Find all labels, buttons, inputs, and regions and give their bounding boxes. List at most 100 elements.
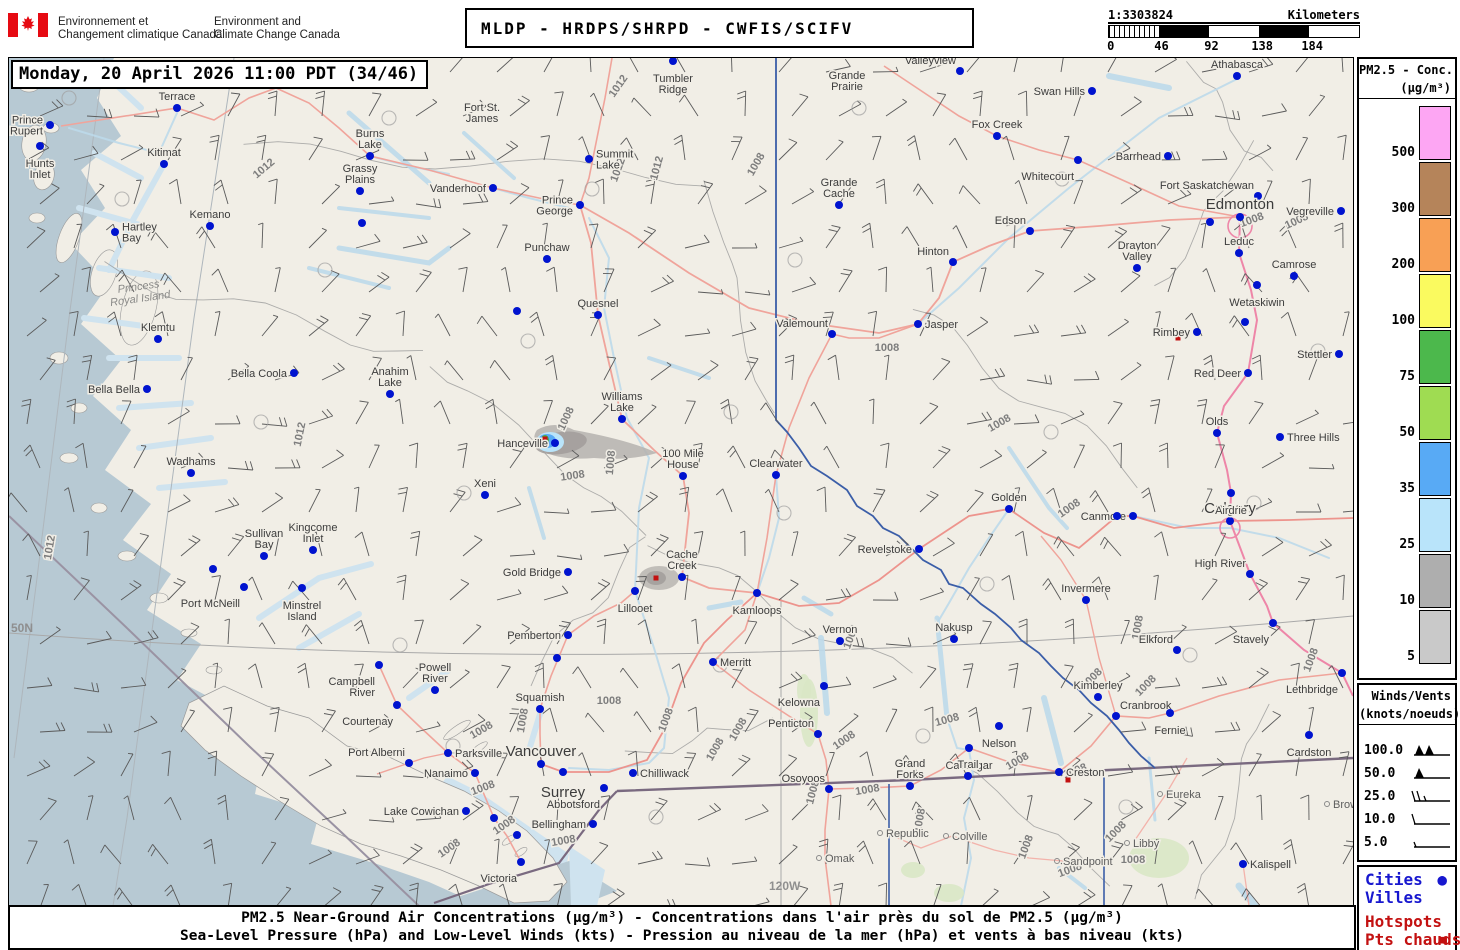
town-label: Colville — [952, 831, 987, 843]
city-label: Terrace — [159, 91, 196, 103]
city-marker — [366, 152, 374, 160]
hotspots-label-en: Hotspots — [1365, 912, 1443, 931]
city-label: Invermere — [1061, 583, 1111, 595]
header: Environnement et Changement climatique C… — [0, 0, 1460, 56]
city-marker — [46, 121, 54, 129]
city-marker — [995, 722, 1003, 730]
city-marker — [513, 831, 521, 839]
model-title-box: MLDP - HRDPS/SHRPD - CWFIS/SCIFV — [465, 8, 974, 48]
city-label: Bella Bella — [88, 384, 141, 396]
agency-name-fr: Environnement et Changement climatique C… — [58, 16, 223, 41]
pm25-threshold-label: 50 — [1399, 425, 1415, 440]
city-label: Gold Bridge — [503, 567, 561, 579]
city-marker — [1244, 369, 1252, 377]
city-label: Wetaskiwin — [1229, 297, 1284, 309]
city-marker — [543, 255, 551, 263]
city-marker — [1133, 264, 1141, 272]
city-marker — [564, 568, 572, 576]
city-marker — [1164, 152, 1172, 160]
city-label: Golden — [991, 492, 1026, 504]
city-label: Chilliwack — [640, 768, 689, 780]
city-label: Grassy Plains — [343, 163, 378, 186]
caption-line1: PM2.5 Near-Ground Air Concentrations (µg… — [241, 910, 1123, 926]
city-label: Prince Rupert — [10, 115, 43, 138]
city-marker — [481, 491, 489, 499]
city-marker — [154, 335, 162, 343]
city-marker — [956, 67, 964, 75]
city-label: Punchaw — [524, 242, 569, 254]
city-marker — [1276, 433, 1284, 441]
city-marker — [462, 807, 470, 815]
wind-barb-icon — [1414, 767, 1450, 779]
pm25-swatch — [1419, 162, 1451, 216]
scale-tick: 184 — [1301, 39, 1324, 53]
town-label: Sandpoint — [1063, 856, 1113, 868]
city-marker — [513, 307, 521, 315]
city-label: Rimbey — [1153, 327, 1191, 339]
city-label: Squamish — [516, 692, 565, 704]
city-marker — [111, 228, 119, 236]
city-marker — [1241, 318, 1249, 326]
city-marker — [709, 658, 717, 666]
city-label: Bella Coola — [231, 368, 288, 380]
city-marker — [553, 654, 561, 662]
city-marker — [1088, 87, 1096, 95]
city-marker — [537, 760, 545, 768]
town-label: Omak — [825, 853, 855, 865]
city-label: Cranbrook — [1120, 700, 1172, 712]
city-label: Parksville — [455, 748, 502, 760]
city-marker — [536, 705, 544, 713]
scale-tick: 138 — [1251, 39, 1274, 53]
city-label: Valemount — [776, 318, 828, 330]
city-marker — [1074, 156, 1082, 164]
city-marker — [814, 730, 822, 738]
city-label: Leduc — [1224, 236, 1254, 248]
city-marker — [964, 772, 972, 780]
city-label: Nakusp — [935, 622, 972, 634]
pm25-swatch — [1419, 330, 1451, 384]
city-marker — [160, 160, 168, 168]
city-label: Kamloops — [733, 605, 782, 617]
pm25-threshold-label: 200 — [1391, 257, 1415, 272]
city-marker — [1227, 489, 1235, 497]
island — [149, 592, 169, 604]
city-marker — [290, 369, 298, 377]
pm25-threshold-label: 5 — [1407, 649, 1415, 664]
city-label: Camrose — [1272, 259, 1317, 271]
wind-barb-icon — [1411, 813, 1450, 825]
city-marker — [1206, 218, 1214, 226]
city-marker — [678, 573, 686, 581]
winds-legend-units: (knots/noeuds) — [1359, 707, 1460, 721]
city-label: Abbotsford — [547, 799, 600, 811]
city-label: Airdrie — [1215, 505, 1247, 517]
city-marker — [618, 415, 626, 423]
city-label: High River — [1195, 558, 1247, 570]
pm25-threshold-label: 300 — [1391, 201, 1415, 216]
city-marker — [490, 814, 498, 822]
city-marker — [629, 769, 637, 777]
city-marker — [1129, 512, 1137, 520]
city-label: Burns Lake — [356, 128, 385, 151]
city-label: Kitimat — [147, 147, 181, 159]
city-marker — [1082, 596, 1090, 604]
pm25-swatch — [1419, 498, 1451, 552]
pm25-threshold-label: 25 — [1399, 537, 1415, 552]
caption-line2: Sea-Level Pressure (hPa) and Low-Level W… — [180, 928, 1184, 944]
city-marker — [1112, 712, 1120, 720]
city-label: Osoyoos — [782, 773, 826, 785]
city-label: Powell River — [419, 662, 451, 685]
city-marker — [1235, 249, 1243, 257]
city-label: Creston — [1066, 767, 1105, 779]
scale-tick-labels: 0 46 92 138 184 — [1107, 38, 1360, 53]
city-marker — [906, 782, 914, 790]
city-marker — [240, 583, 248, 591]
city-label: Pemberton — [507, 630, 561, 642]
city-marker — [309, 546, 317, 554]
pm25-swatch — [1419, 554, 1451, 608]
city-marker — [260, 552, 268, 560]
pm25-threshold-label: 75 — [1399, 369, 1415, 384]
city-label: 100 Mile House — [662, 448, 704, 471]
city-marker — [559, 768, 567, 776]
city-label: Red Deer — [1194, 368, 1241, 380]
city-marker — [914, 320, 922, 328]
